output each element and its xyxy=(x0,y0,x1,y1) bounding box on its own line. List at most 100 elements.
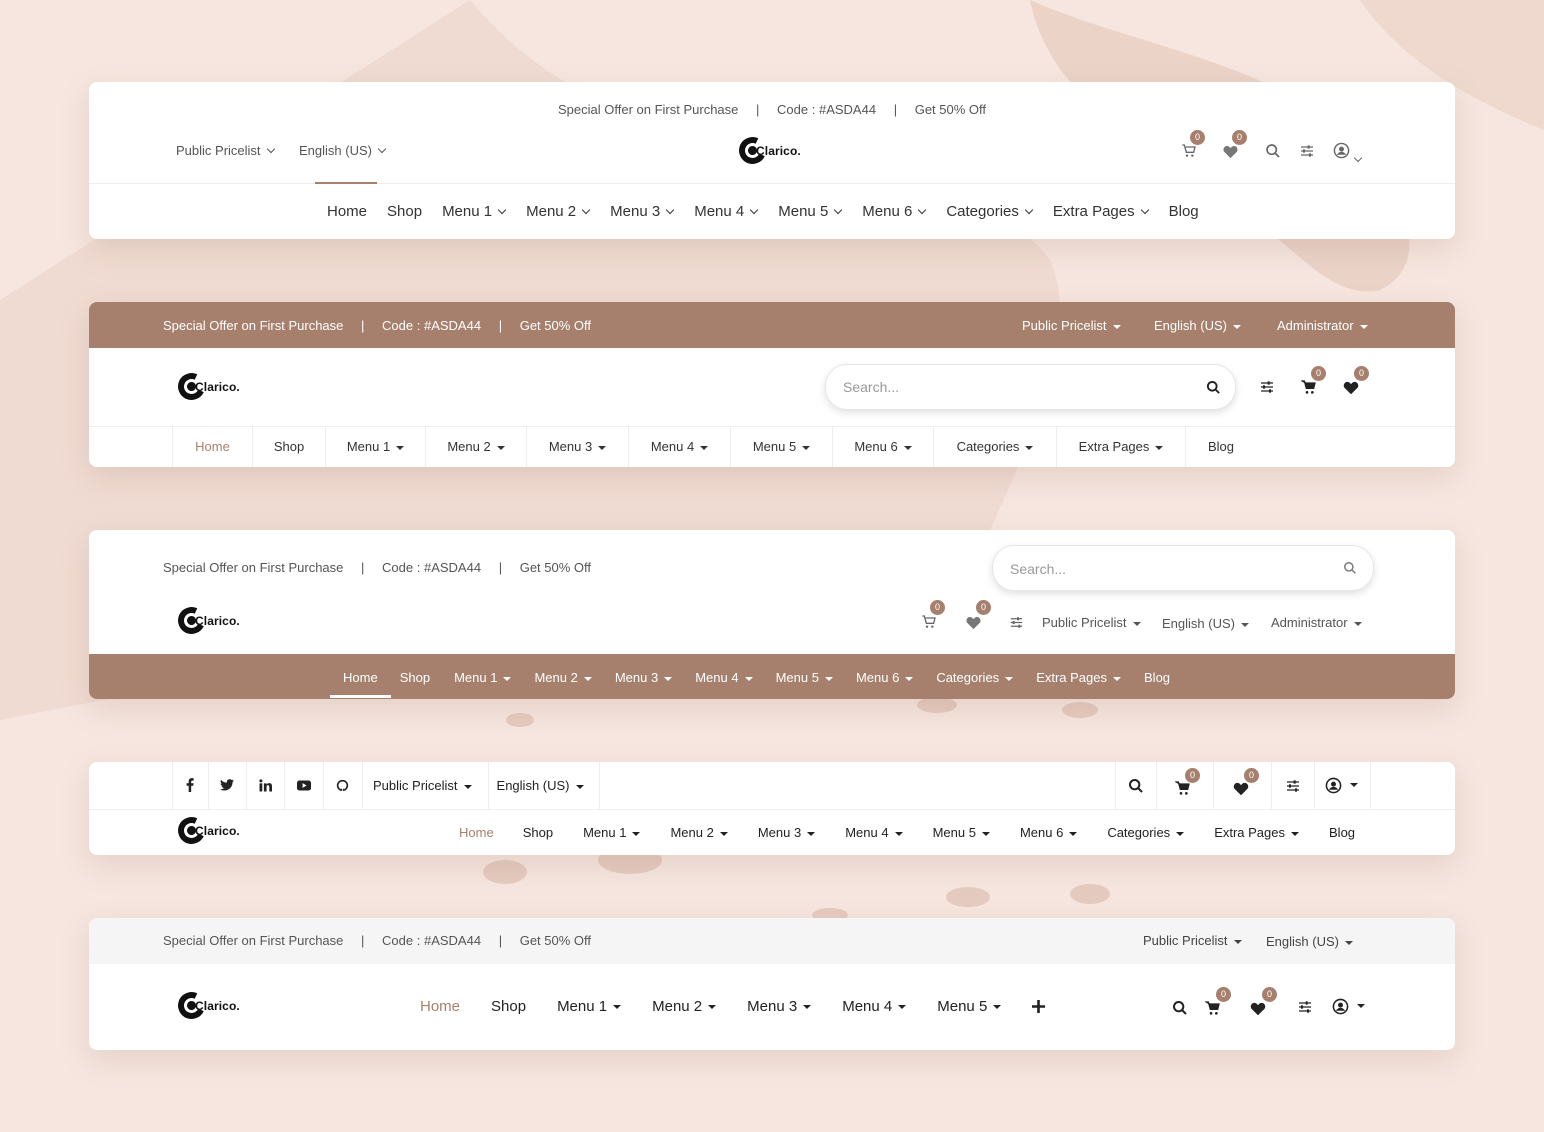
logo[interactable]: Clarico. xyxy=(174,813,240,848)
search-icon[interactable] xyxy=(1343,561,1357,575)
nav-categories[interactable]: Categories xyxy=(946,203,1034,220)
nav-blog[interactable]: Blog xyxy=(1169,203,1199,220)
nav-categories[interactable]: Categories xyxy=(1107,825,1185,840)
nav-shop[interactable]: Shop xyxy=(387,203,422,220)
nav-shop[interactable]: Shop xyxy=(491,998,526,1015)
nav-extra-pages[interactable]: Extra Pages xyxy=(1057,427,1186,467)
logo[interactable]: Clarico. xyxy=(174,369,240,404)
nav-menu-5[interactable]: Menu 5 xyxy=(937,998,1002,1015)
sliders-icon[interactable] xyxy=(1285,778,1301,794)
nav-menu-6[interactable]: Menu 6 xyxy=(833,427,934,467)
nav-blog[interactable]: Blog xyxy=(1329,825,1355,840)
nav-home[interactable]: Home xyxy=(327,203,367,220)
nav-blog[interactable]: Blog xyxy=(1144,670,1170,685)
nav-menu-2[interactable]: Menu 2 xyxy=(652,998,717,1015)
nav-menu-5[interactable]: Menu 5 xyxy=(731,427,833,467)
nav-shop[interactable]: Shop xyxy=(523,825,553,840)
pricelist-dropdown[interactable]: Public Pricelist xyxy=(1022,318,1121,333)
search-input[interactable]: Search... xyxy=(825,364,1236,410)
pricelist-dropdown[interactable]: Public Pricelist xyxy=(1042,615,1141,630)
search-input[interactable]: Search... xyxy=(992,545,1374,591)
nav-menu-2[interactable]: Menu 2 xyxy=(526,203,591,220)
nav-menu-2[interactable]: Menu 2 xyxy=(670,825,728,840)
nav-menu-3[interactable]: Menu 3 xyxy=(610,203,675,220)
linkedin-link[interactable] xyxy=(247,762,285,809)
nav-menu-2[interactable]: Menu 2 xyxy=(426,427,527,467)
logo[interactable]: Clarico. xyxy=(174,988,240,1023)
nav-extra-pages[interactable]: Extra Pages xyxy=(1036,670,1122,685)
admin-dropdown[interactable]: Administrator xyxy=(1277,318,1368,333)
heart-icon xyxy=(966,617,981,630)
nav-menu-1[interactable]: Menu 1 xyxy=(326,427,426,467)
logo[interactable]: Clarico. xyxy=(174,603,240,638)
pricelist-dropdown[interactable]: Public Pricelist xyxy=(176,143,275,158)
search-icon[interactable] xyxy=(1172,1000,1188,1016)
nav-menu-1[interactable]: Menu 1 xyxy=(442,203,507,220)
admin-dropdown[interactable]: Administrator xyxy=(1271,615,1362,630)
nav-blog[interactable]: Blog xyxy=(1186,427,1256,467)
language-dropdown[interactable]: English (US) xyxy=(1162,616,1249,631)
sliders-icon[interactable] xyxy=(1009,615,1024,630)
search-icon[interactable] xyxy=(1206,380,1221,395)
offer-text: Special Offer on First Purchase xyxy=(163,933,344,948)
header-style-3: Special Offer on First Purchase | Code :… xyxy=(89,530,1455,699)
top-bar: Special Offer on First Purchase | Code :… xyxy=(89,918,1455,964)
nav-categories[interactable]: Categories xyxy=(934,427,1057,467)
nav-menu-3[interactable]: Menu 3 xyxy=(747,998,812,1015)
sliders-icon[interactable] xyxy=(1259,379,1275,395)
nav-menu-1[interactable]: Menu 1 xyxy=(454,670,512,685)
offer-discount: Get 50% Off xyxy=(519,933,591,948)
nav-home[interactable]: Home xyxy=(343,670,378,685)
nav-extra-pages[interactable]: Extra Pages xyxy=(1214,825,1300,840)
logo-mark-icon xyxy=(174,813,209,848)
nav-menu-4[interactable]: Menu 4 xyxy=(695,670,753,685)
search-icon[interactable] xyxy=(1128,778,1144,794)
nav-menu-6[interactable]: Menu 6 xyxy=(862,203,927,220)
nav-menu-5[interactable]: Menu 5 xyxy=(778,203,843,220)
sliders-icon[interactable] xyxy=(1299,143,1315,159)
nav-home[interactable]: Home xyxy=(459,825,494,840)
nav-menu-1[interactable]: Menu 1 xyxy=(557,998,622,1015)
nav-menu-4[interactable]: Menu 4 xyxy=(694,203,759,220)
logo[interactable]: Clarico. xyxy=(735,133,801,168)
logo-mark-icon xyxy=(174,988,209,1023)
heart-icon xyxy=(1250,1002,1266,1016)
nav-menu-3[interactable]: Menu 3 xyxy=(527,427,629,467)
github-link[interactable] xyxy=(324,762,363,809)
nav-menu-4[interactable]: Menu 4 xyxy=(845,825,903,840)
nav-menu-4[interactable]: Menu 4 xyxy=(842,998,907,1015)
youtube-icon xyxy=(297,780,311,791)
pricelist-dropdown[interactable]: Public Pricelist xyxy=(363,762,489,809)
twitter-icon xyxy=(220,779,234,791)
offer-code: Code : #ASDA44 xyxy=(382,933,482,948)
nav-menu-3[interactable]: Menu 3 xyxy=(615,670,673,685)
nav-menu-1[interactable]: Menu 1 xyxy=(583,825,641,840)
search-icon[interactable] xyxy=(1265,143,1281,159)
nav-menu-5[interactable]: Menu 5 xyxy=(933,825,990,840)
account-dropdown[interactable] xyxy=(89,82,1455,163)
nav-categories[interactable]: Categories xyxy=(936,670,1014,685)
plus-icon[interactable] xyxy=(1032,1000,1046,1013)
nav-menu-6[interactable]: Menu 6 xyxy=(856,670,914,685)
nav-menu-3[interactable]: Menu 3 xyxy=(758,825,816,840)
sliders-icon[interactable] xyxy=(1297,999,1313,1015)
pricelist-dropdown[interactable]: Public Pricelist xyxy=(1143,933,1242,948)
youtube-link[interactable] xyxy=(285,762,324,809)
nav-shop[interactable]: Shop xyxy=(253,427,326,467)
language-dropdown[interactable]: English (US) xyxy=(489,762,600,809)
nav-menu-6[interactable]: Menu 6 xyxy=(1020,825,1078,840)
user-icon xyxy=(1332,998,1349,1015)
nav-menu-2[interactable]: Menu 2 xyxy=(534,670,592,685)
nav-home[interactable]: Home xyxy=(420,998,460,1015)
facebook-link[interactable] xyxy=(172,762,209,809)
language-dropdown[interactable]: English (US) xyxy=(1154,318,1241,333)
twitter-link[interactable] xyxy=(209,762,247,809)
offer-bar: Special Offer on First Purchase | Code :… xyxy=(558,102,986,117)
language-dropdown[interactable]: English (US) xyxy=(1266,934,1353,949)
nav-menu-4[interactable]: Menu 4 xyxy=(629,427,731,467)
nav-menu-5[interactable]: Menu 5 xyxy=(776,670,833,685)
nav-home[interactable]: Home xyxy=(172,427,253,467)
nav-shop[interactable]: Shop xyxy=(400,670,430,685)
language-dropdown[interactable]: English (US) xyxy=(299,143,387,158)
nav-extra-pages[interactable]: Extra Pages xyxy=(1053,203,1149,220)
